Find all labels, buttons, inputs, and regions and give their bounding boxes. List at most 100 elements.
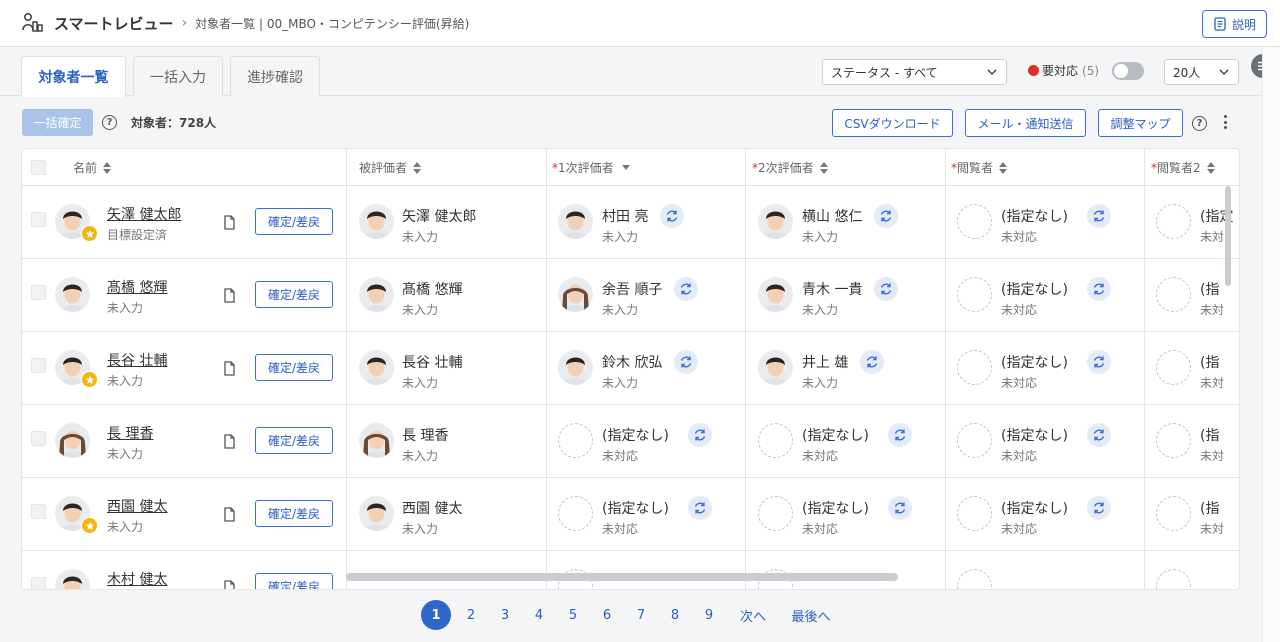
swap-icon[interactable]	[888, 423, 912, 447]
status-filter-value: ステータス - すべて	[831, 65, 938, 80]
col-evaluatee[interactable]: 被評価者	[359, 149, 422, 186]
eval1-status: 未入力	[602, 303, 639, 317]
bulk-confirm-button[interactable]: 一括確定	[22, 109, 93, 136]
breadcrumb-chevron-icon: ›	[181, 15, 188, 31]
eval1-name: (指定なし)	[602, 501, 669, 517]
eval1-name: 余吾 順子	[602, 282, 663, 298]
horizontal-scrollbar[interactable]	[346, 573, 898, 581]
sort-icon	[819, 161, 828, 174]
confirm-return-button[interactable]: 確定/差戻	[255, 208, 333, 235]
col-eval2[interactable]: * 2次評価者	[752, 149, 828, 186]
urgent-toggle[interactable]	[1112, 62, 1144, 80]
swap-icon[interactable]	[1087, 204, 1111, 228]
employee-name-link[interactable]: 髙橋 悠輝	[107, 277, 167, 297]
employee-name-link[interactable]: 長谷 壮輔	[107, 350, 167, 370]
confirm-return-button[interactable]: 確定/差戻	[255, 427, 333, 454]
viewer-status: 未対応	[1001, 303, 1038, 317]
urgent-count: (5)	[1082, 63, 1100, 78]
eval2-status: 未対応	[802, 522, 839, 536]
swap-icon[interactable]	[688, 496, 712, 520]
vertical-scrollbar[interactable]	[1225, 186, 1231, 286]
document-icon[interactable]	[223, 434, 236, 449]
viewer2-name: (指	[1200, 501, 1220, 517]
more-options-icon[interactable]	[1221, 112, 1229, 132]
chevron-down-icon	[1219, 69, 1229, 76]
employee-name-link[interactable]: 長 理香	[107, 423, 153, 443]
document-icon[interactable]	[223, 361, 236, 376]
swap-icon[interactable]	[1087, 423, 1111, 447]
page-next[interactable]: 次へ	[739, 600, 767, 630]
evaluatee-status: 未入力	[402, 303, 439, 317]
page-number[interactable]: 2	[461, 600, 481, 630]
swap-icon[interactable]	[1087, 496, 1111, 520]
empty-avatar	[1156, 423, 1191, 458]
document-icon[interactable]	[223, 507, 236, 522]
breadcrumb: 対象者一覧 | 00_MBO・コンピテンシー評価(昇給)	[195, 16, 470, 31]
tab-bulk-input[interactable]: 一括入力	[133, 56, 223, 96]
confirm-return-button[interactable]: 確定/差戻	[255, 354, 333, 381]
swap-icon[interactable]	[1087, 277, 1111, 301]
page-number[interactable]: 3	[495, 600, 515, 630]
evaluatee-name: 矢澤 健太郎	[402, 209, 477, 225]
avatar	[55, 569, 90, 589]
page-number[interactable]: 4	[529, 600, 549, 630]
col-viewer[interactable]: * 閲覧者	[951, 149, 1008, 186]
avatar	[558, 204, 593, 239]
page-number[interactable]: 9	[699, 600, 719, 630]
col-viewer-label: 閲覧者	[957, 161, 994, 175]
app-title[interactable]: スマートレビュー	[54, 13, 174, 34]
page-scrollbar[interactable]	[1262, 48, 1280, 642]
employee-name-link[interactable]: 西園 健太	[107, 496, 167, 516]
help-button[interactable]: 説明	[1201, 10, 1267, 38]
row-checkbox[interactable]	[31, 431, 46, 446]
document-icon[interactable]	[223, 288, 236, 303]
confirm-return-button[interactable]: 確定/差戻	[255, 573, 333, 589]
swap-icon[interactable]	[860, 350, 884, 374]
employee-name-link[interactable]: 木村 健太	[107, 569, 167, 589]
page-current[interactable]: 1	[421, 600, 451, 630]
col-name[interactable]: 名前	[73, 149, 112, 186]
page-number[interactable]: 7	[631, 600, 651, 630]
tab-progress[interactable]: 進捗確認	[230, 56, 320, 96]
adjust-map-button[interactable]: 調整マップ	[1098, 109, 1183, 137]
swap-icon[interactable]	[674, 350, 698, 374]
swap-icon[interactable]	[874, 277, 898, 301]
col-viewer2[interactable]: * 閲覧者2	[1151, 149, 1215, 186]
row-checkbox[interactable]	[31, 358, 46, 373]
per-page-select[interactable]: 20人	[1164, 59, 1239, 85]
eval2-status: 未入力	[802, 303, 839, 317]
col-eval1[interactable]: * 1次評価者	[552, 149, 630, 186]
pagination: 1 23456789 次へ 最後へ	[0, 600, 1262, 632]
confirm-return-button[interactable]: 確定/差戻	[255, 500, 333, 527]
select-all-checkbox[interactable]	[31, 160, 46, 175]
row-checkbox[interactable]	[31, 285, 46, 300]
page-number[interactable]: 8	[665, 600, 685, 630]
document-icon[interactable]	[223, 215, 236, 230]
swap-icon[interactable]	[874, 204, 898, 228]
swap-icon[interactable]	[1087, 350, 1111, 374]
swap-icon[interactable]	[660, 204, 684, 228]
swap-icon[interactable]	[674, 277, 698, 301]
page-number[interactable]: 6	[597, 600, 617, 630]
document-icon[interactable]	[223, 580, 236, 589]
empty-avatar	[1156, 350, 1191, 385]
mail-notify-button[interactable]: メール・通知送信	[965, 109, 1086, 137]
empty-avatar	[758, 496, 793, 531]
urgent-dot-icon	[1028, 65, 1039, 76]
csv-download-button[interactable]: CSVダウンロード	[832, 109, 953, 137]
page-last[interactable]: 最後へ	[790, 600, 832, 630]
status-filter-select[interactable]: ステータス - すべて	[822, 59, 1007, 85]
help-question-icon[interactable]: ?	[102, 115, 117, 130]
confirm-return-button[interactable]: 確定/差戻	[255, 281, 333, 308]
swap-icon[interactable]	[688, 423, 712, 447]
help-question-icon[interactable]: ?	[1192, 116, 1207, 131]
row-checkbox[interactable]	[31, 212, 46, 227]
manual-icon	[1214, 17, 1226, 31]
swap-icon[interactable]	[888, 496, 912, 520]
page-number[interactable]: 5	[563, 600, 583, 630]
row-checkbox[interactable]	[31, 504, 46, 519]
employee-name-link[interactable]: 矢澤 健太郎	[107, 204, 181, 224]
row-checkbox[interactable]	[31, 577, 46, 589]
urgent-filter: 要対応 (5)	[1028, 62, 1099, 79]
tab-target-list[interactable]: 対象者一覧	[21, 56, 126, 97]
